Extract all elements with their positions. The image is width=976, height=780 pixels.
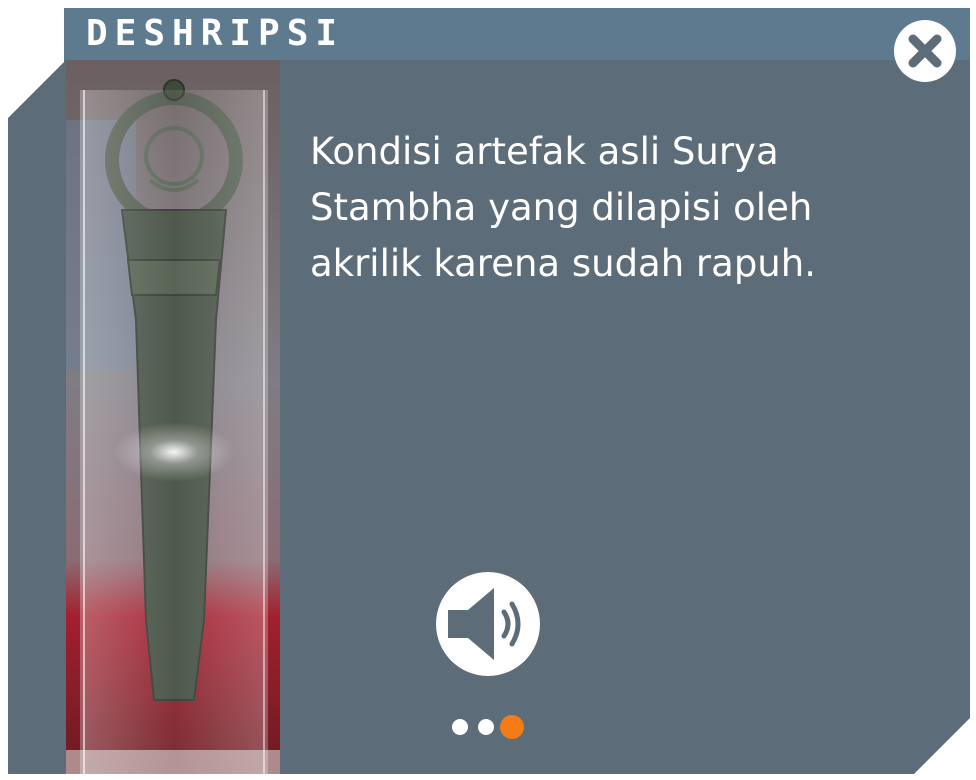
audio-button[interactable] [436, 572, 540, 676]
close-icon [908, 34, 942, 68]
close-button[interactable] [894, 20, 956, 82]
description-text: Kondisi artefak asli Surya Stambha yang … [310, 130, 816, 285]
speaker-icon [448, 588, 521, 660]
panel-title: DESHRIPSI [86, 13, 345, 54]
page-dot-3-active[interactable] [500, 715, 524, 739]
page-dot-2[interactable] [478, 719, 494, 735]
artifact-photo [66, 60, 280, 774]
page-dot-1[interactable] [452, 719, 468, 735]
